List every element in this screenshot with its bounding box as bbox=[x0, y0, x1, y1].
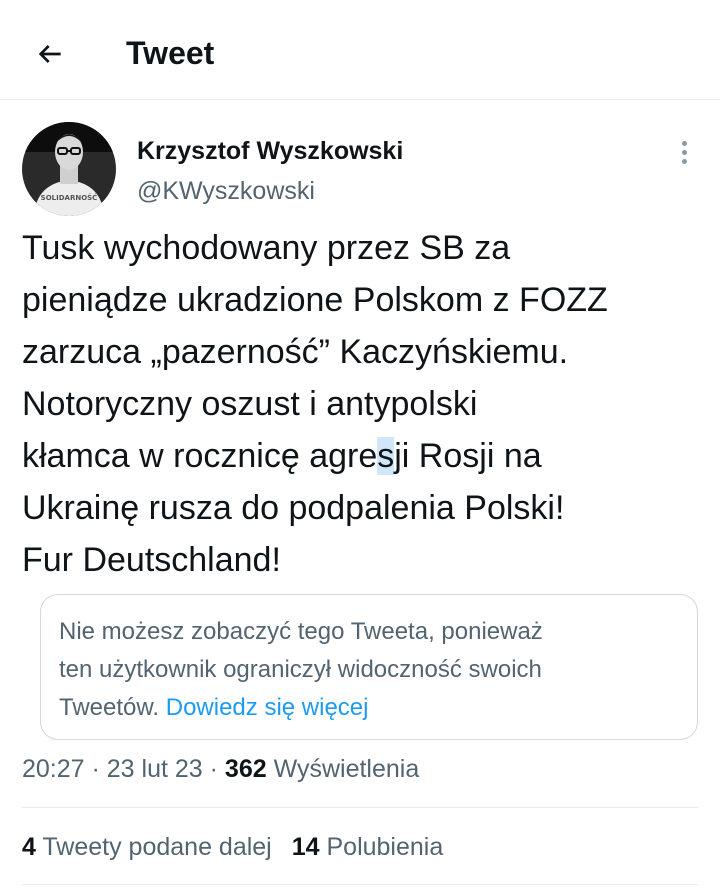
divider bbox=[22, 884, 698, 885]
author-name[interactable]: Krzysztof Wyszkowski bbox=[137, 136, 403, 166]
back-button[interactable] bbox=[30, 34, 70, 74]
tweet-text: Tusk wychodowany przez SB za pieniądze u… bbox=[22, 222, 712, 586]
tweet-line: kłamca w rocznicę agresji Rosji na bbox=[22, 437, 542, 475]
more-options-icon bbox=[681, 140, 687, 164]
tweet-date[interactable]: 23 lut 23 bbox=[107, 755, 203, 783]
page-title: Tweet bbox=[126, 35, 215, 71]
tweet-line: Fur Deutschland! bbox=[22, 541, 281, 579]
views-count: 362 bbox=[224, 755, 267, 783]
tweet-line: zarzuca „pazerność” Kaczyńskiemu. bbox=[22, 333, 569, 371]
tweet-line: pieniądze ukradzione Polskom z FOZZ bbox=[22, 281, 608, 319]
back-arrow-icon bbox=[38, 45, 61, 63]
more-options-button[interactable] bbox=[664, 132, 704, 172]
divider bbox=[22, 807, 698, 808]
likes-stat[interactable]: 14 Polubienia bbox=[292, 833, 444, 861]
engagement-stats: 4 Tweety podane dalej 14 Polubienia bbox=[22, 830, 463, 864]
retweets-stat[interactable]: 4 Tweety podane dalej bbox=[22, 833, 272, 861]
svg-text:SOLIDARNOŚĆ: SOLIDARNOŚĆ bbox=[41, 193, 98, 202]
restricted-notice: Nie możesz zobaczyć tego Tweeta, poniewa… bbox=[40, 594, 698, 740]
tweet-line: Notoryczny oszust i antypolski bbox=[22, 385, 478, 423]
text-selection: s bbox=[377, 437, 395, 475]
notice-line: Tweetów. Dowiedz się więcej bbox=[59, 694, 369, 721]
avatar[interactable]: SOLIDARNOŚĆ bbox=[22, 122, 116, 216]
views-label: Wyświetlenia bbox=[266, 755, 420, 783]
notice-line: ten użytkownik ograniczył widoczność swo… bbox=[59, 656, 542, 683]
top-bar: Tweet bbox=[0, 0, 720, 100]
tweet-meta: 20:27 · 23 lut 23 · 362 Wyświetlenia bbox=[22, 755, 420, 783]
author-handle[interactable]: @KWyszkowski bbox=[137, 176, 315, 206]
notice-line: Nie możesz zobaczyć tego Tweeta, poniewa… bbox=[59, 618, 543, 645]
tweet-line: Tusk wychodowany przez SB za bbox=[22, 229, 511, 267]
learn-more-link[interactable]: Dowiedz się więcej bbox=[166, 694, 369, 721]
tweet-time[interactable]: 20:27 bbox=[22, 755, 85, 783]
tweet-line: Ukrainę rusza do podpalenia Polski! bbox=[22, 489, 565, 527]
